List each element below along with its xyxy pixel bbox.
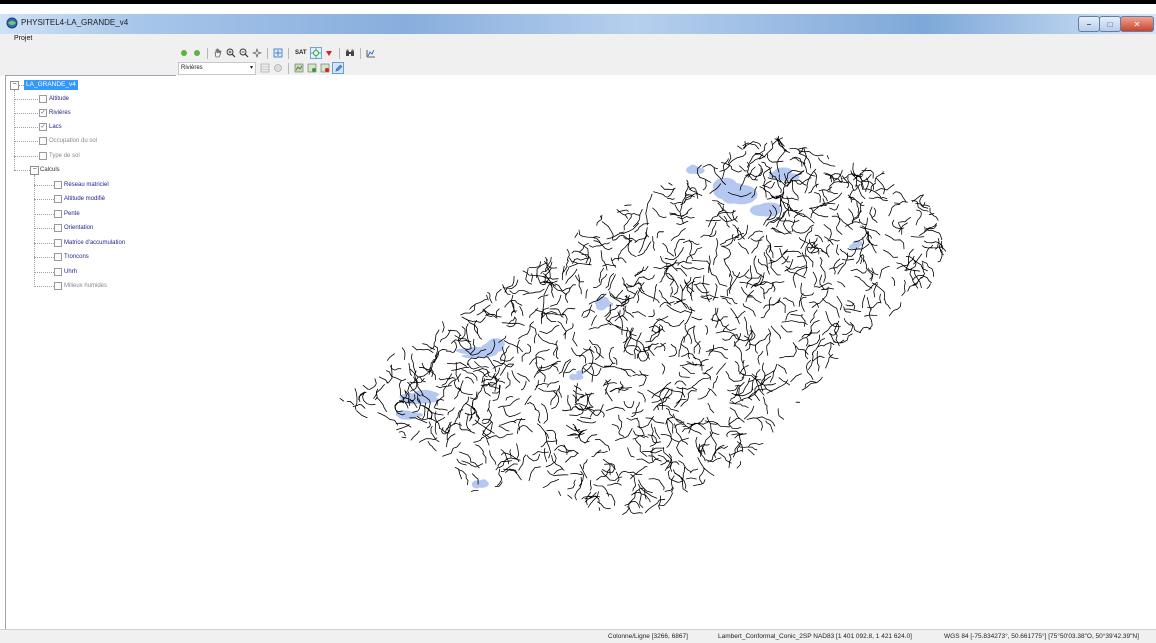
toolbar-separator: [288, 47, 289, 59]
lake-patch: [781, 173, 800, 181]
rivers-layer: [339, 135, 947, 515]
tree-item-troncons[interactable]: Troncons: [54, 252, 89, 262]
checkbox[interactable]: [54, 210, 62, 218]
close-button[interactable]: ✕: [1120, 16, 1154, 32]
tree-group-calculs[interactable]: Calculs: [40, 165, 60, 175]
checkbox[interactable]: [54, 224, 62, 232]
lake-patch: [755, 204, 772, 214]
status-row-col: Colonne/Ligne [3266, 6867]: [608, 633, 688, 640]
title-bar[interactable]: PHYSITEL4-LA_GRANDE_v4 – □ ✕: [0, 14, 1156, 35]
checkbox[interactable]: [39, 152, 47, 160]
app-globe-icon: [6, 17, 18, 29]
application-window: PHYSITEL4-LA_GRANDE_v4 – □ ✕ Projet SAT …: [0, 0, 1156, 643]
lake-patch: [725, 184, 758, 205]
circle-icon[interactable]: [272, 62, 284, 74]
status-projection: Lambert_Conformal_Conic_2SP NAD83 [1 401…: [718, 633, 912, 640]
lake-patch: [855, 241, 862, 246]
lake-patch: [773, 169, 786, 175]
checkbox[interactable]: [54, 239, 62, 247]
toolbar-layers: Rivières ▾: [178, 61, 344, 75]
layer-select[interactable]: Rivières ▾: [178, 61, 256, 75]
tree-item-occupation-sol[interactable]: Occupation du sol: [39, 136, 97, 146]
lake-patch: [603, 301, 614, 307]
maximize-button[interactable]: □: [1099, 16, 1121, 32]
tree-item-altitude-modifie[interactable]: Altitude modifié: [54, 194, 105, 204]
pencil-edit-icon[interactable]: [332, 62, 344, 74]
green-dot-icon[interactable]: [191, 47, 203, 59]
zoom-in-icon[interactable]: [225, 47, 237, 59]
toolbar-separator: [267, 47, 268, 59]
lake-patch: [576, 373, 583, 380]
tree-item-type-sol[interactable]: Type de sol: [39, 151, 80, 161]
checkbox[interactable]: [54, 195, 62, 203]
map-svg[interactable]: [176, 75, 1156, 629]
window-title: PHYSITEL4-LA_GRANDE_v4: [21, 18, 129, 27]
zoom-out-icon[interactable]: [238, 47, 250, 59]
red-arrow-down-icon[interactable]: [323, 47, 335, 59]
layers-add-icon[interactable]: [293, 62, 305, 74]
table-icon[interactable]: [259, 62, 271, 74]
elevation-icon[interactable]: [365, 47, 377, 59]
layers-edit-icon[interactable]: [306, 62, 318, 74]
menu-projet[interactable]: Projet: [14, 35, 32, 42]
chevron-down-icon: ▾: [249, 64, 253, 71]
menu-bar: Projet: [0, 34, 1156, 46]
toolbar-separator: [288, 62, 289, 74]
toolbar-separator: [338, 47, 340, 59]
tree-item-orientation[interactable]: Orientation: [54, 223, 93, 233]
tree-item-pente[interactable]: Pente: [54, 209, 80, 219]
river-network: [339, 135, 947, 515]
toolbar-separator: [207, 47, 208, 59]
hand-pan-icon[interactable]: [212, 47, 224, 59]
layers-remove-icon[interactable]: [319, 62, 331, 74]
collapse-root-icon[interactable]: −: [10, 81, 19, 90]
tree-root[interactable]: LA_GRANDE_v4: [24, 80, 78, 90]
checkbox[interactable]: [54, 282, 62, 290]
sat-button[interactable]: SAT: [293, 47, 309, 59]
tree-item-rivieres[interactable]: ✓ Rivières: [39, 108, 71, 118]
minimize-button[interactable]: –: [1078, 16, 1100, 32]
lake-patch: [481, 342, 501, 353]
checkbox-checked[interactable]: ✓: [39, 123, 47, 131]
checkbox[interactable]: [54, 181, 62, 189]
binoculars-icon[interactable]: [344, 47, 356, 59]
pan-target-icon[interactable]: [309, 47, 322, 59]
checkbox-checked[interactable]: ✓: [39, 109, 47, 117]
green-dot-icon[interactable]: [178, 47, 190, 59]
fit-extent-icon[interactable]: [272, 47, 284, 59]
tree-item-lacs[interactable]: ✓ Lacs: [39, 122, 62, 132]
checkbox[interactable]: [54, 268, 62, 276]
tree-item-matrice-accumulation[interactable]: Matrice d'accumulation: [54, 238, 125, 248]
status-bar: Colonne/Ligne [3266, 6867] Lambert_Confo…: [0, 629, 1156, 643]
zoom-extent-icon[interactable]: [251, 47, 263, 59]
lake-patch: [471, 480, 482, 489]
toolbar-separator: [359, 47, 361, 59]
checkbox[interactable]: [39, 137, 47, 145]
status-wgs: WGS 84 [-75.834273°, 50.661775°] [75°50'…: [944, 633, 1139, 640]
layer-select-value: Rivières: [181, 64, 203, 71]
collapse-calculs-icon[interactable]: −: [30, 166, 39, 175]
checkbox[interactable]: [39, 95, 47, 103]
map-canvas[interactable]: [176, 75, 1156, 629]
tree-item-altitude[interactable]: Altitude: [39, 94, 69, 104]
top-border: [0, 0, 1156, 4]
lake-patch: [400, 415, 417, 420]
tree-item-milieux-humides[interactable]: Milieux humides: [54, 281, 107, 291]
toolbar-main: SAT: [178, 46, 377, 60]
tree-item-uhrh[interactable]: Uhrh: [54, 267, 77, 277]
checkbox[interactable]: [54, 253, 62, 261]
toolbar-area: SAT Rivières ▾: [0, 46, 1156, 76]
layer-tree-panel: − LA_GRANDE_v4 Altitude ✓ Rivières ✓ Lac…: [5, 75, 177, 631]
tree-item-reseau-matriciel[interactable]: Réseau matriciel: [54, 180, 109, 190]
